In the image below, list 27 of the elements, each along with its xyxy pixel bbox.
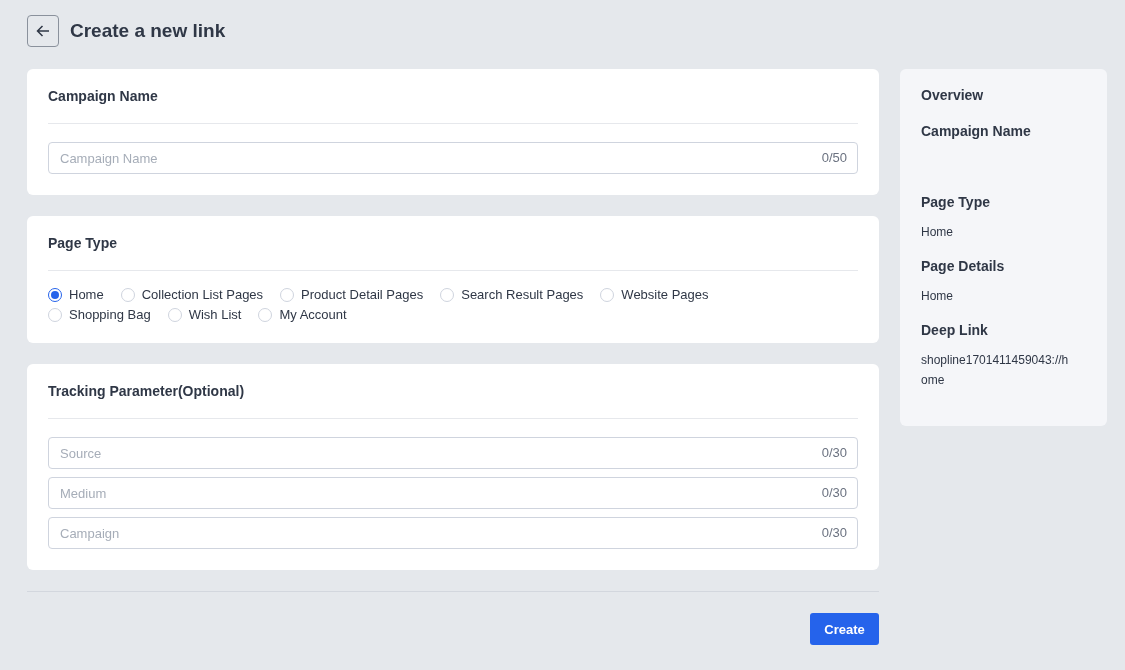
overview-label: Deep Link <box>921 322 989 338</box>
page-title: Create a new link <box>70 20 226 42</box>
radio-option[interactable]: Search Result Pages <box>440 287 584 302</box>
radio-option[interactable]: Wish List <box>167 307 242 322</box>
radio-option[interactable]: Home <box>48 287 104 302</box>
back-arrow-icon <box>36 25 50 37</box>
overview-value: shopline1701411459043://home <box>921 352 1070 389</box>
character-counter: 0/50 <box>821 150 847 165</box>
back-button[interactable] <box>27 15 59 47</box>
overview-value: Home <box>921 288 954 305</box>
overview-label: Campaign Name <box>921 123 1032 139</box>
create-button[interactable]: Create <box>810 613 879 645</box>
radio-option[interactable]: Website Pages <box>600 287 709 302</box>
card-title: Campaign Name <box>48 69 858 124</box>
overview-value: Home <box>921 224 954 241</box>
card-title: Tracking Parameter(Optional) <box>48 364 858 419</box>
card-title: Page Type <box>48 216 858 271</box>
radio-option[interactable]: My Account <box>258 307 347 322</box>
character-counter: 0/30 <box>821 485 847 500</box>
radio-option[interactable]: Shopping Bag <box>48 307 151 322</box>
radio-option[interactable]: Product Detail Pages <box>280 287 424 302</box>
overview-label: Page Type <box>921 194 991 210</box>
character-counter: 0/30 <box>821 445 847 460</box>
overview-label: Page Details <box>921 258 1006 274</box>
character-counter: 0/30 <box>821 525 847 540</box>
radio-option[interactable]: Collection List Pages <box>120 287 264 302</box>
panel-title: Overview <box>921 87 985 103</box>
